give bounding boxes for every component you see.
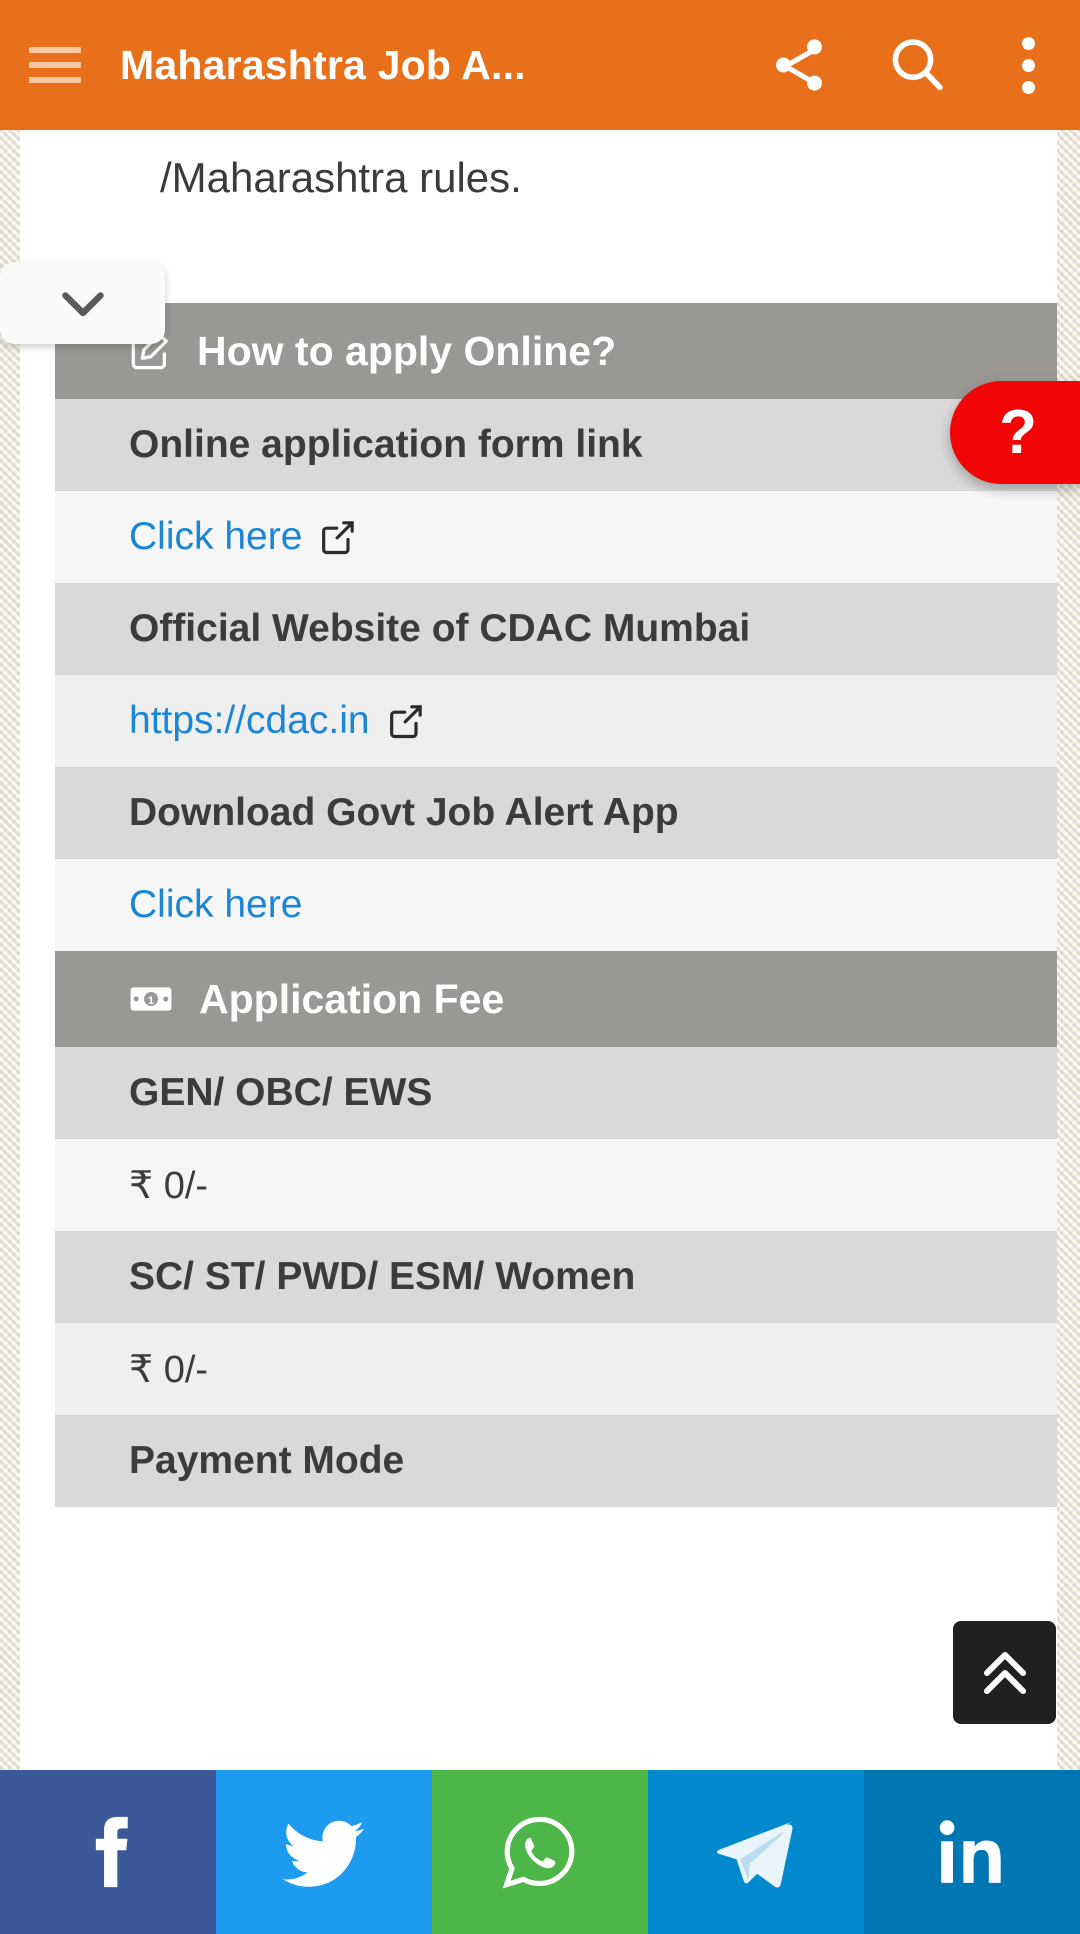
overflow-dot-2	[1021, 58, 1035, 72]
hamburger-bars	[29, 47, 81, 83]
external-link-icon	[389, 705, 422, 739]
external-link-icon	[386, 701, 426, 741]
more-vertical-icon[interactable]	[976, 0, 1080, 130]
help-tab-button[interactable]: ?	[950, 381, 1080, 484]
external-link-icon	[318, 517, 358, 557]
share-icon[interactable]	[740, 0, 858, 130]
share-whatsapp-button[interactable]	[432, 1770, 648, 1934]
table-row-value-text: ₹ 0/-	[129, 1164, 209, 1207]
table-section-header: How to apply Online?	[55, 303, 1057, 399]
table-row-label-text: Official Website of CDAC Mumbai	[129, 607, 751, 650]
share-linkedin-button[interactable]	[864, 1770, 1080, 1934]
hamburger-bar-1	[29, 47, 81, 53]
search-glyph	[892, 39, 943, 91]
table-section-header-label: Application Fee	[199, 975, 505, 1022]
table-link[interactable]: Click here	[129, 883, 302, 927]
share-facebook-button[interactable]	[0, 1770, 216, 1934]
table-row-value-text: ₹ 0/-	[129, 1348, 209, 1391]
hamburger-menu-icon[interactable]	[0, 0, 110, 130]
table-row-link[interactable]: Click here	[55, 859, 1057, 951]
table-link[interactable]: https://cdac.in	[129, 699, 426, 743]
overflow-dots	[1021, 36, 1035, 94]
table-row-label: GEN/ OBC/ EWS	[55, 1047, 1057, 1139]
table-row-label-text: SC/ ST/ PWD/ ESM/ Women	[129, 1255, 636, 1298]
table-row-label: Official Website of CDAC Mumbai	[55, 583, 1057, 675]
banknote-glyph: 1	[130, 987, 172, 1011]
job-details-table: How to apply Online? Online application f…	[55, 303, 1057, 1507]
table-section-header: 1 Application Fee	[55, 951, 1057, 1047]
telegram-icon	[716, 1821, 794, 1888]
chevron-down-icon	[61, 292, 104, 317]
overflow-dot-1	[1021, 36, 1035, 50]
whatsapp-icon	[502, 1816, 575, 1889]
table-row-label: Payment Mode	[55, 1415, 1057, 1507]
svg-text:1: 1	[148, 995, 154, 1007]
table-link-text: https://cdac.in	[129, 699, 370, 742]
share-glyph	[776, 39, 822, 91]
app-screen: Maharashtra Job A... /Maharashtra rules.…	[0, 0, 1080, 1934]
table-row-label-text: Payment Mode	[129, 1439, 405, 1482]
hamburger-bar-3	[29, 77, 81, 83]
share-telegram-button[interactable]	[648, 1770, 864, 1934]
table-row-label-text: Online application form link	[129, 423, 643, 466]
table-row-label: Online application form link	[55, 399, 1057, 491]
table-row-link[interactable]: Click here	[55, 491, 1057, 583]
lead-paragraph-text: /Maharashtra rules.	[160, 154, 522, 201]
table-row-link[interactable]: https://cdac.in	[55, 675, 1057, 767]
table-row-label-text: Download Govt Job Alert App	[129, 791, 679, 834]
scroll-to-top-button[interactable]	[953, 1621, 1056, 1724]
hamburger-bar-2	[29, 62, 81, 68]
facebook-icon	[95, 1816, 128, 1888]
linkedin-icon	[939, 1820, 1001, 1883]
social-share-bar	[0, 1770, 1080, 1934]
help-tab-label: ?	[999, 397, 1037, 467]
table-link-text: Click here	[129, 883, 303, 926]
overflow-dot-3	[1021, 80, 1035, 94]
table-row-label-text: GEN/ OBC/ EWS	[129, 1071, 433, 1114]
collapse-section-button[interactable]	[0, 262, 165, 344]
external-link-icon	[322, 521, 355, 555]
app-bar: Maharashtra Job A...	[0, 0, 1080, 130]
table-row-value: ₹ 0/-	[55, 1323, 1057, 1415]
banknote-icon: 1	[127, 975, 175, 1023]
share-twitter-button[interactable]	[216, 1770, 432, 1934]
table-link[interactable]: Click here	[129, 515, 358, 559]
table-section-header-label: How to apply Online?	[197, 327, 617, 374]
search-icon[interactable]	[858, 0, 976, 130]
twitter-icon	[282, 1820, 365, 1887]
table-row-value: ₹ 0/-	[55, 1139, 1057, 1231]
table-row-label: Download Govt Job Alert App	[55, 767, 1057, 859]
web-content-page: /Maharashtra rules. How to apply Online?…	[20, 130, 1057, 1770]
table-link-text: Click here	[129, 515, 303, 558]
table-row-label: SC/ ST/ PWD/ ESM/ Women	[55, 1231, 1057, 1323]
app-title: Maharashtra Job A...	[120, 41, 526, 88]
double-chevron-up-icon	[983, 1651, 1026, 1694]
